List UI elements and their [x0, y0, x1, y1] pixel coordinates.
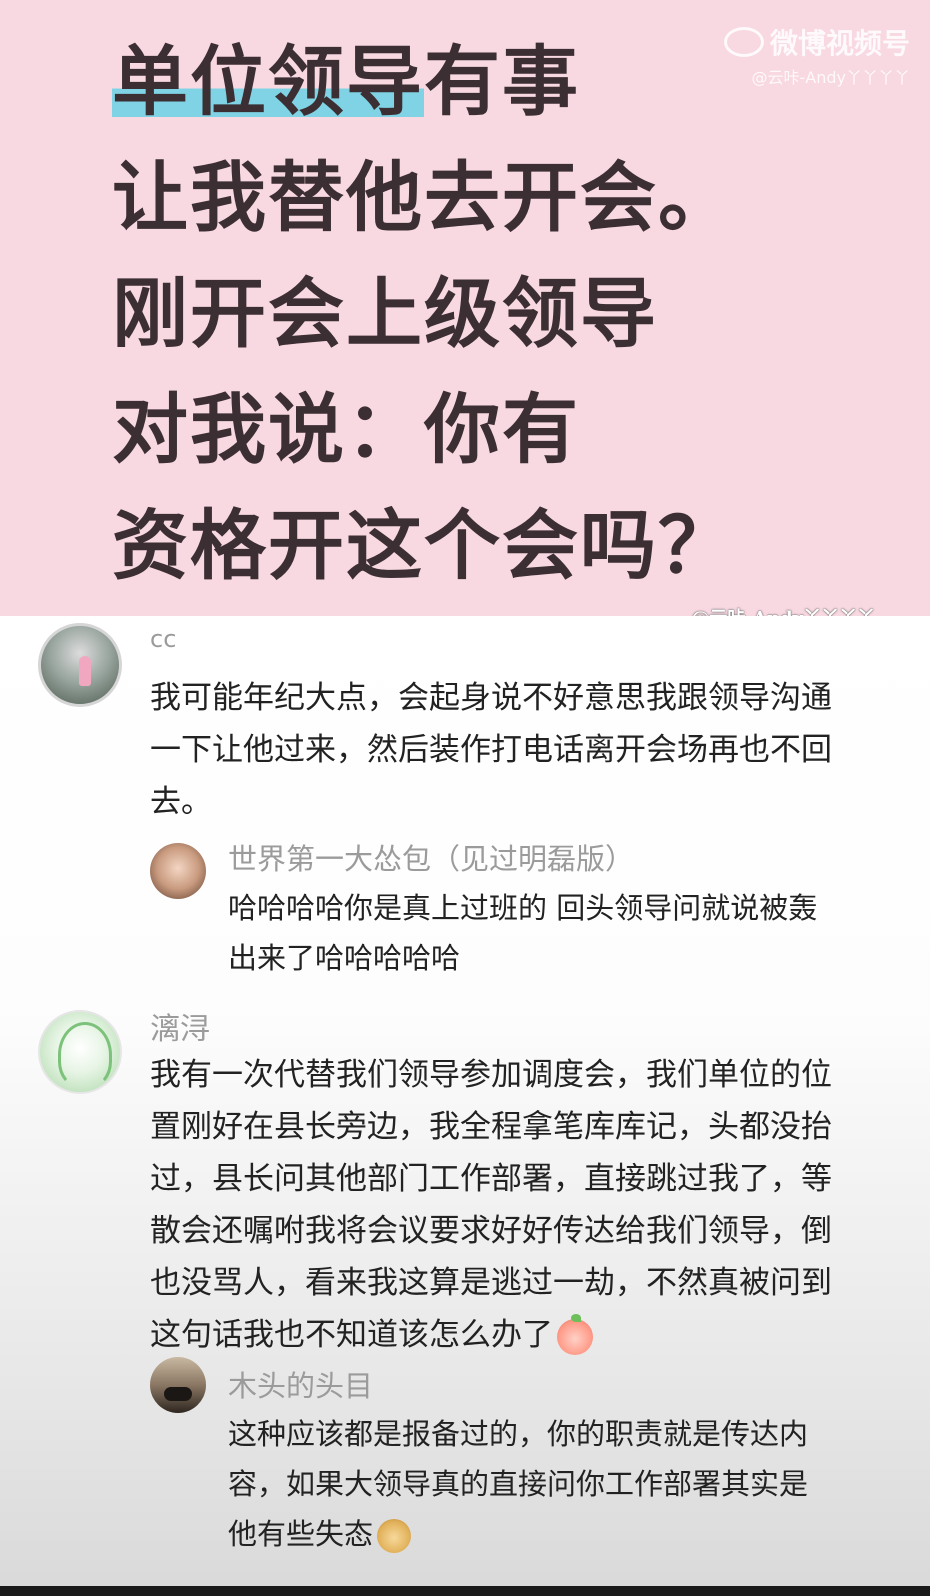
- bottom-bar: [0, 1586, 930, 1596]
- reply-username[interactable]: 木头的头目: [228, 1363, 373, 1405]
- weibo-brand: 微博视频号: [723, 22, 910, 62]
- reply-text: 这种应该都是报备过的，你的职责就是传达内 容，如果大领导真的直接问你工作部署其实…: [228, 1417, 809, 1551]
- weibo-brand-label: 微博视频号: [769, 27, 910, 60]
- avatar-drawing: [58, 1022, 112, 1088]
- headline-highlight: 单位领导: [112, 37, 424, 126]
- peach-emoji-icon: [557, 1313, 593, 1355]
- headline-banner: 单位领导有事 让我替他去开会。 刚开会上级领导 对我说：你有 资格开这个会吗？ …: [0, 0, 930, 616]
- comment-avatar-lixun[interactable]: [38, 1010, 122, 1094]
- weibo-watermark: 微博视频号 @云咔-Andy丫丫丫丫: [723, 22, 911, 88]
- headline-line-1-rest: 有事: [424, 37, 580, 126]
- reply-avatar[interactable]: [150, 843, 206, 899]
- headline-line-5: 资格开这个会吗？: [112, 501, 736, 590]
- comment-username[interactable]: cc: [150, 625, 176, 653]
- headline-line-1: 单位领导有事: [112, 24, 736, 140]
- comment-avatar-cc[interactable]: [38, 623, 122, 707]
- avatar-figure: [79, 656, 91, 686]
- headline-line-4: 对我说：你有: [112, 385, 580, 474]
- avatar-dog-silhouette: [164, 1387, 192, 1401]
- reply-text: 哈哈哈哈你是真上过班的 回头领导问就说被轰 出来了哈哈哈哈哈: [228, 891, 818, 975]
- watermark-handle-top: @云咔-Andy丫丫丫丫: [751, 68, 911, 87]
- comment-text: 我有一次代替我们领导参加调度会，我们单位的位 置刚好在县长旁边，我全程拿笔库库记…: [150, 1057, 832, 1353]
- comment-username[interactable]: 漓浔: [150, 1004, 210, 1048]
- reply-text-container: 这种应该都是报备过的，你的职责就是传达内 容，如果大领导真的直接问你工作部署其实…: [228, 1409, 898, 1559]
- headline-line-2: 让我替他去开会。: [112, 153, 736, 242]
- headline-text: 单位领导有事 让我替他去开会。 刚开会上级领导 对我说：你有 资格开这个会吗？: [112, 24, 736, 604]
- headline-line-3: 刚开会上级领导: [112, 269, 658, 358]
- dog-emoji-icon: [377, 1519, 412, 1553]
- reply-avatar[interactable]: [150, 1357, 206, 1413]
- reply-username[interactable]: 世界第一大怂包（见过明磊版）: [228, 836, 634, 878]
- comment-text-container: 我有一次代替我们领导参加调度会，我们单位的位 置刚好在县长旁边，我全程拿笔库库记…: [150, 1049, 890, 1361]
- comment-text: 我可能年纪大点，会起身说不好意思我跟领导沟通 一下让他过来，然后装作打电话离开会…: [150, 680, 832, 820]
- weibo-logo-icon: [723, 27, 764, 57]
